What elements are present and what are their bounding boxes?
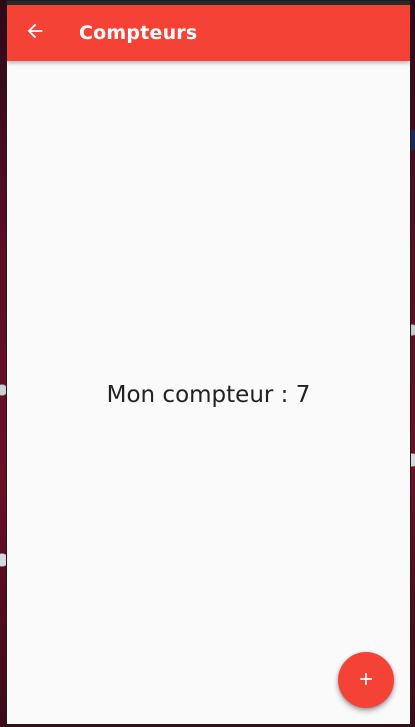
app-window: Compteurs Mon compteur : 7 — [6, 0, 411, 725]
main-content: Mon compteur : 7 — [7, 61, 410, 724]
app-bar: Compteurs — [7, 5, 410, 61]
arrow-back-icon — [24, 20, 46, 46]
add-button[interactable] — [338, 652, 394, 708]
page-title: Compteurs — [79, 22, 198, 44]
back-button[interactable] — [7, 5, 63, 61]
counter-text: Mon compteur : 7 — [106, 381, 311, 408]
plus-icon — [356, 669, 376, 692]
